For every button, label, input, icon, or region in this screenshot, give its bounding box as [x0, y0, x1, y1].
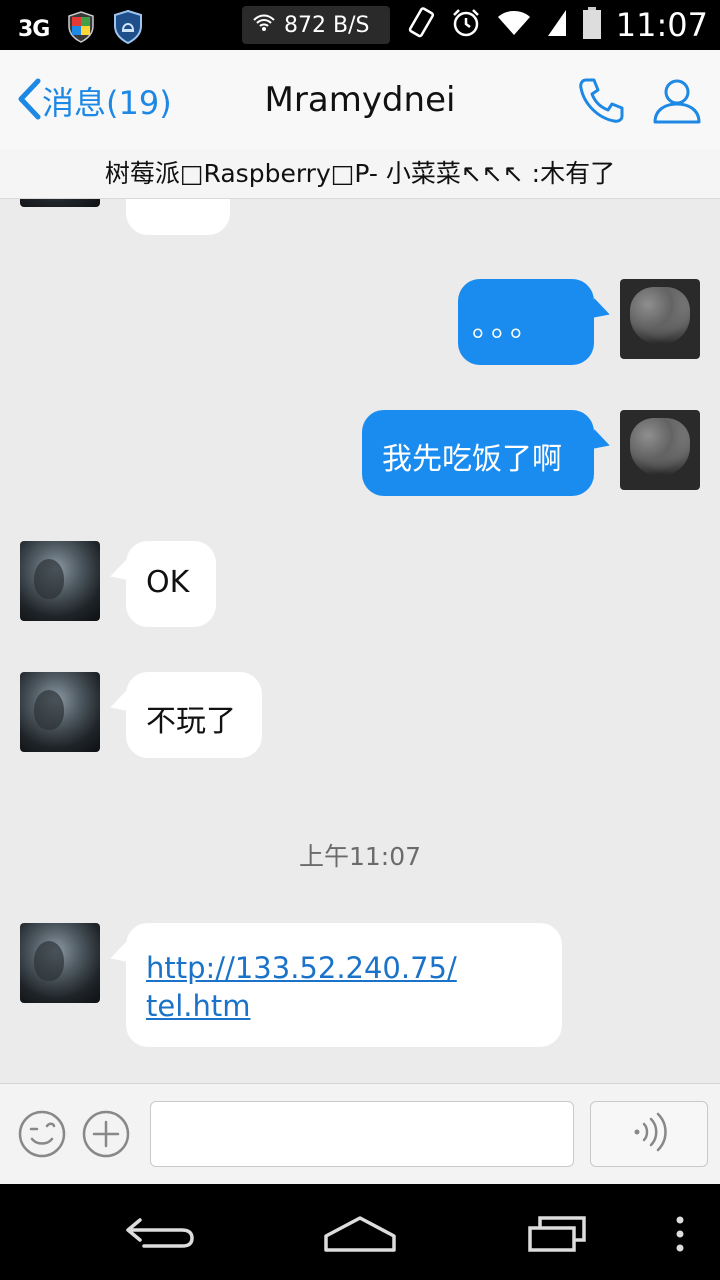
network-type: 3G [18, 16, 50, 42]
message-bubble-sent[interactable]: 我先吃饭了啊 [362, 410, 594, 496]
shield-color-icon [67, 11, 95, 47]
wifi-signal-icon [496, 9, 532, 41]
rotate-icon [406, 6, 436, 44]
message-input[interactable] [150, 1101, 574, 1167]
message-link[interactable]: http://133.52.240.75/ [146, 949, 457, 987]
message-text: 。。。 [472, 309, 544, 344]
cell-signal-icon [546, 8, 568, 42]
status-bar: 3G 872 B/S 11:07 [0, 0, 720, 50]
plus-icon [82, 1110, 130, 1162]
back-arrow-icon [124, 1218, 196, 1258]
message-text: OK [146, 565, 190, 600]
system-nav-bar [0, 1184, 720, 1280]
call-button[interactable] [578, 76, 624, 128]
contact-avatar[interactable] [20, 541, 100, 621]
chat-header: 消息(19) Mramydnei [0, 50, 720, 151]
overflow-menu-icon [672, 1216, 688, 1256]
message-bubble-received[interactable]: OK [126, 541, 216, 627]
message-bubble-received[interactable]: 不玩了 [126, 672, 262, 758]
emoji-button[interactable] [18, 1110, 66, 1162]
message-text: 我先吃饭了啊 [382, 442, 562, 477]
voice-icon [629, 1112, 669, 1156]
nav-recents-button[interactable] [526, 1212, 588, 1258]
group-notice-bar[interactable]: 树莓派□Raspberry□P- 小菜菜↖↖↖ :木有了 [0, 150, 720, 199]
message-bubble-received[interactable]: http://133.52.240.75/ tel.htm [126, 923, 562, 1047]
contact-avatar[interactable] [20, 199, 100, 207]
clock: 11:07 [615, 6, 708, 44]
phone-icon [578, 78, 624, 128]
message-link-continued[interactable]: tel.htm [146, 987, 457, 1025]
message-timestamp: 上午11:07 [298, 842, 422, 871]
contact-avatar[interactable] [20, 672, 100, 752]
grin-emoji-icon [152, 199, 204, 210]
alarm-icon [450, 7, 482, 43]
nav-menu-button[interactable] [672, 1216, 688, 1256]
wifi-icon [252, 13, 276, 38]
message-bubble-sent[interactable]: 。。。 [458, 279, 594, 365]
voice-button[interactable] [590, 1101, 708, 1167]
contact-avatar[interactable] [20, 923, 100, 1003]
profile-button[interactable] [652, 76, 702, 128]
self-avatar[interactable] [620, 279, 700, 359]
nav-home-button[interactable] [322, 1214, 398, 1258]
more-button[interactable] [82, 1110, 130, 1162]
message-bubble-received[interactable] [126, 199, 230, 235]
message-text: 不玩了 [146, 704, 236, 739]
chat-area[interactable]: 。。。 我先吃饭了啊 OK 不玩了 上午11:07 http://133.52.… [0, 199, 720, 1083]
input-bar [0, 1083, 720, 1184]
nav-back-button[interactable] [124, 1214, 196, 1258]
self-avatar[interactable] [620, 410, 700, 490]
user-icon [652, 79, 702, 128]
recents-icon [526, 1216, 588, 1258]
home-icon [322, 1216, 398, 1258]
emoji-icon [18, 1110, 66, 1162]
net-speed: 872 B/S [284, 12, 370, 38]
shield-bell-icon [113, 9, 143, 48]
battery-icon [582, 6, 602, 44]
